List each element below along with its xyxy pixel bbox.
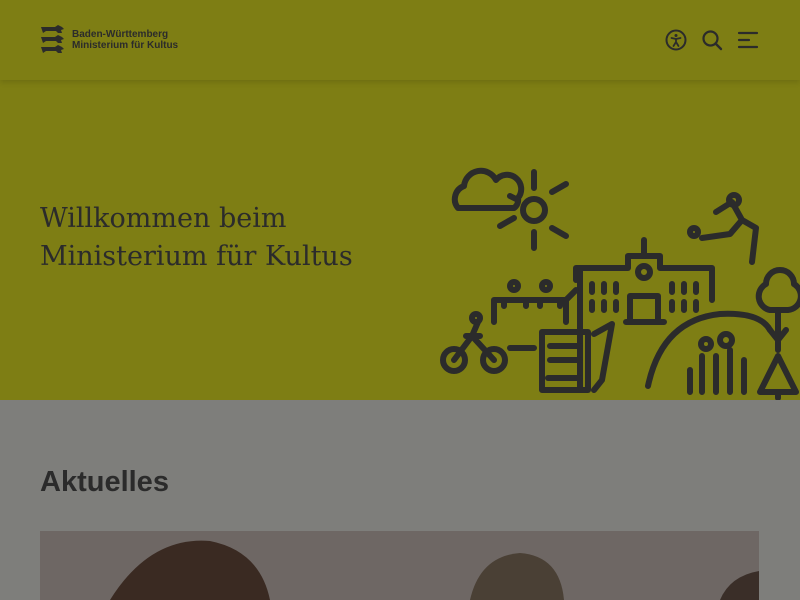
accessibility-icon: [665, 29, 687, 51]
runner-icon: [687, 192, 759, 265]
bicycle-icon: [440, 311, 537, 374]
search-button[interactable]: [700, 28, 724, 52]
hero-title-line-1: Willkommen beim: [40, 203, 287, 234]
classroom-icon: [491, 279, 579, 325]
accessibility-button[interactable]: [664, 28, 688, 52]
cloud-icon: [451, 167, 525, 211]
tree-icon: [755, 267, 800, 400]
logo-line-1: Baden-Württemberg: [72, 29, 169, 40]
site-header: Baden-Württemberg Ministerium für Kultus: [0, 0, 800, 80]
news-teaser-image[interactable]: [40, 531, 759, 600]
news-photo: [40, 531, 759, 600]
menu-icon: [737, 31, 759, 49]
hero-title: Willkommen beim Ministerium für Kultus: [40, 200, 400, 276]
book-icon: [539, 321, 615, 393]
site-logo[interactable]: Baden-Württemberg Ministerium für Kultus: [40, 24, 178, 56]
hero-illustration: [440, 167, 800, 400]
hero-title-line-2: Ministerium für Kultus: [40, 241, 353, 272]
people-hill-icon: [645, 310, 773, 395]
search-icon: [702, 30, 723, 51]
logo-line-2: Ministerium für Kultus: [72, 40, 179, 51]
news-section-title: Aktuelles: [40, 466, 169, 498]
menu-button[interactable]: [736, 28, 760, 52]
header-actions: [664, 28, 760, 52]
coat-of-arms-icon: [41, 25, 64, 53]
